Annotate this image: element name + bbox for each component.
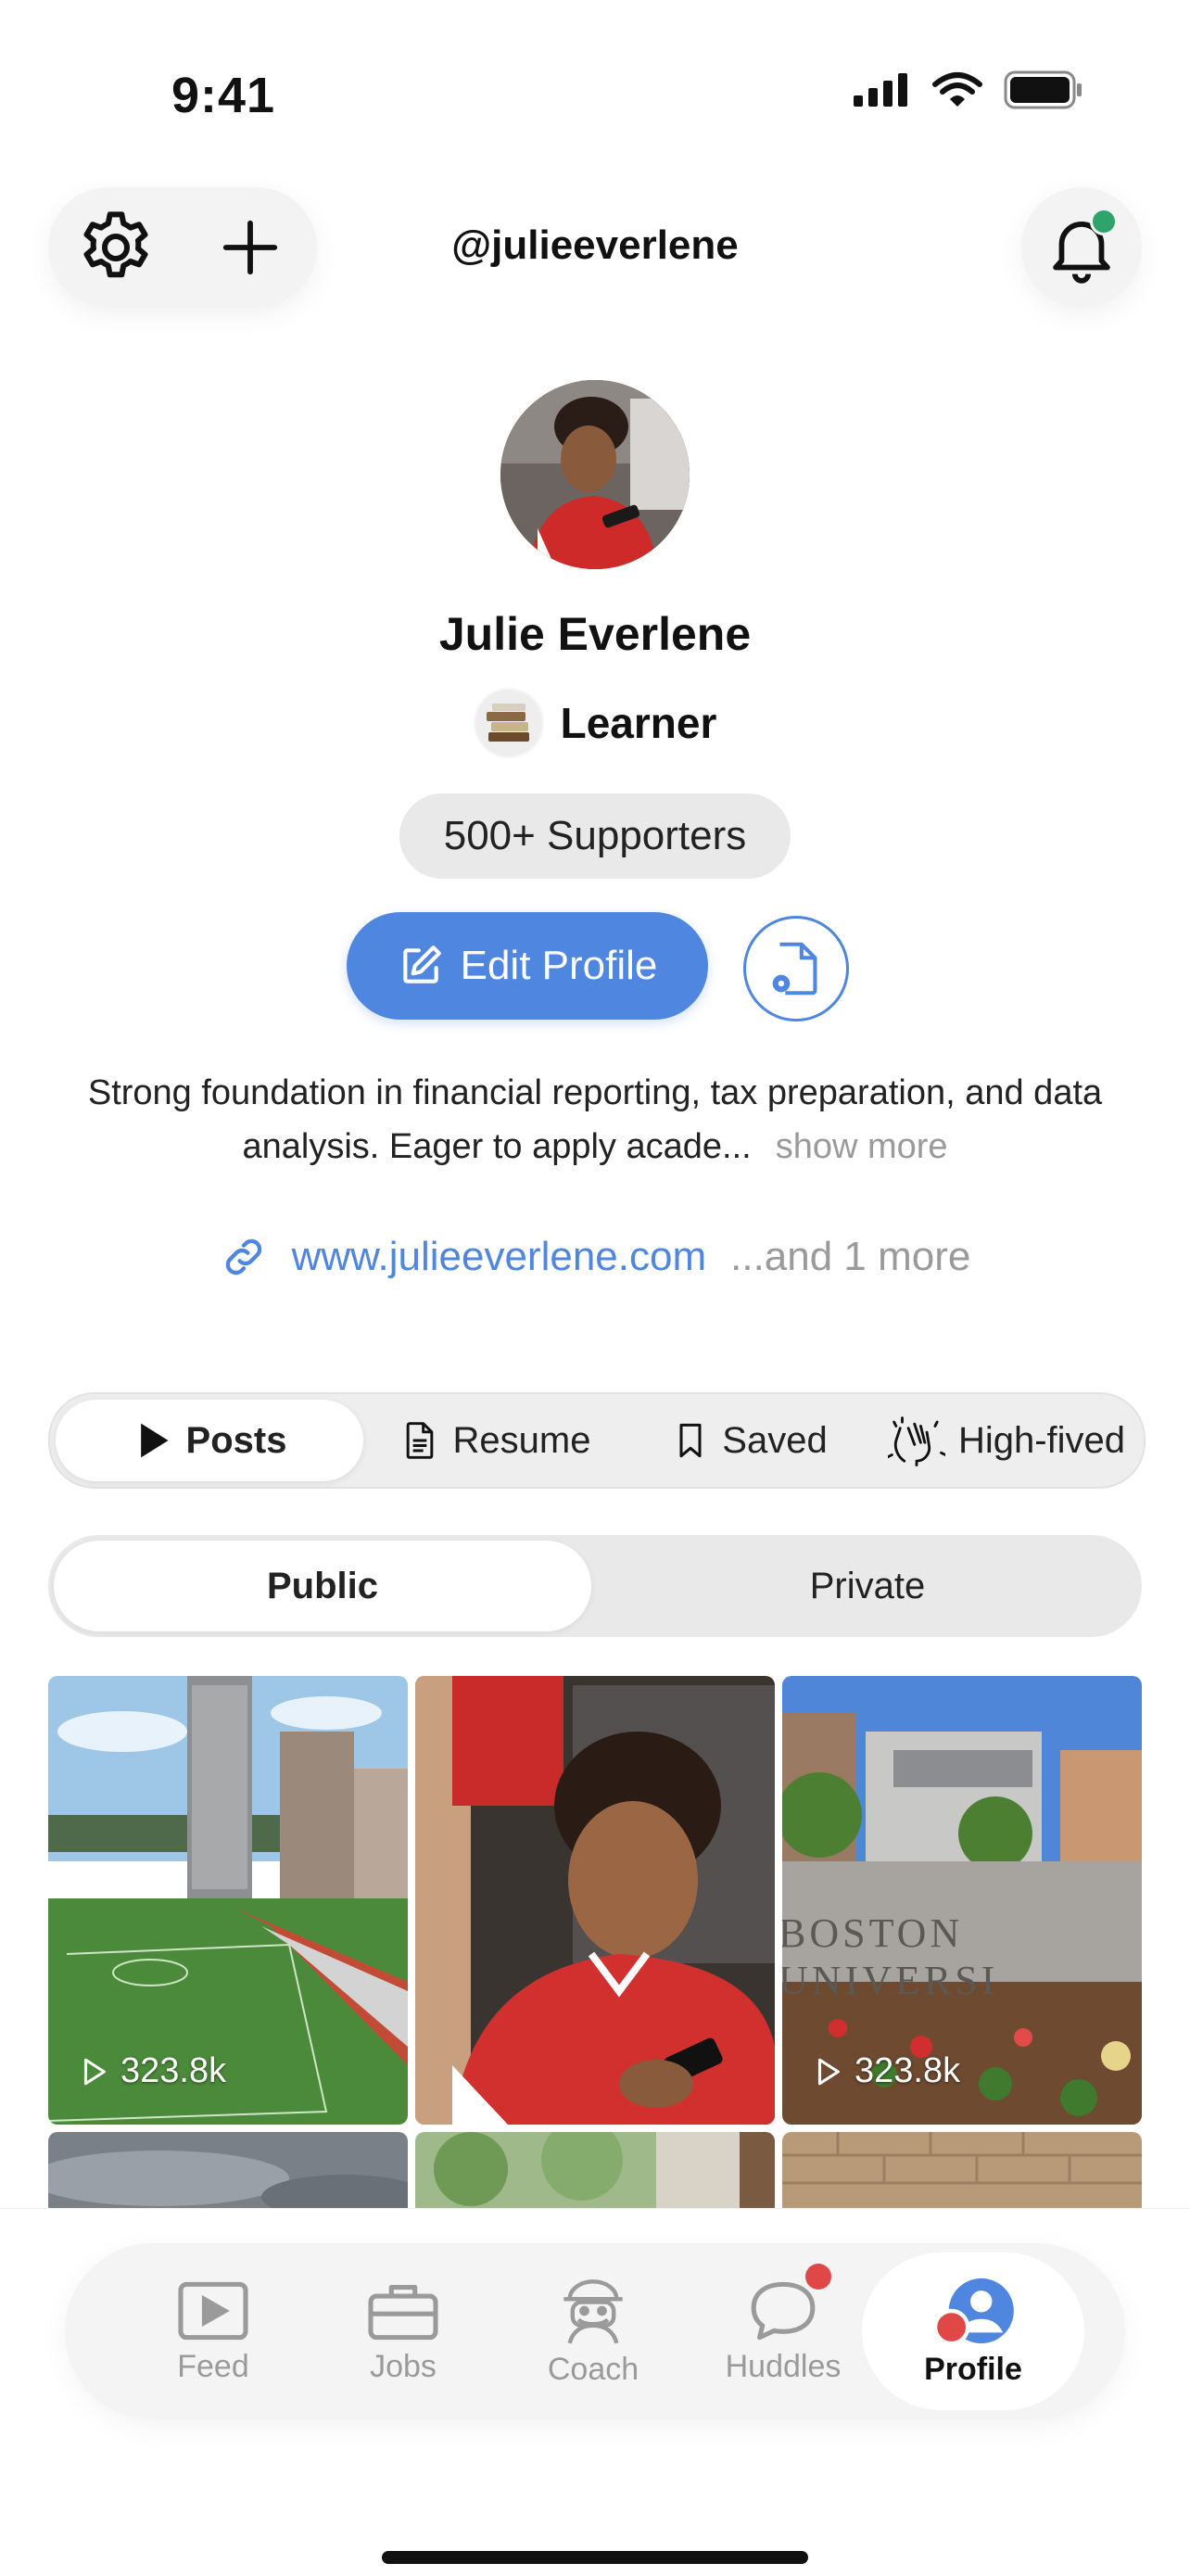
wifi-icon: [932, 72, 982, 107]
nav-profile[interactable]: Profile: [880, 2243, 1066, 2419]
avatar-photo: [500, 380, 690, 569]
profile-name: Julie Everlene: [438, 608, 752, 660]
document-settings-icon: [772, 942, 817, 996]
nav-coach-label: Coach: [547, 2351, 639, 2387]
battery-icon: [1004, 70, 1082, 109]
nav-jobs[interactable]: Jobs: [310, 2243, 496, 2419]
profile-handle: @julieeverlene: [451, 222, 739, 268]
notifications-button[interactable]: [1021, 187, 1142, 308]
post-tile[interactable]: 323.8k: [48, 1676, 408, 2125]
view-count-value: 323.8k: [120, 2051, 227, 2090]
visibility-segment: Public Private: [48, 1535, 1142, 1637]
post-thumbnail: [415, 2132, 775, 2215]
briefcase-icon: [368, 2284, 438, 2340]
play-icon: [140, 1423, 169, 1458]
nav-huddles-label: Huddles: [725, 2348, 842, 2384]
post-tile[interactable]: [48, 2132, 408, 2215]
tab-posts-label: Posts: [185, 1419, 287, 1461]
show-more-link[interactable]: show more: [776, 1127, 948, 1166]
tab-saved-label: Saved: [722, 1419, 828, 1461]
nav-coach[interactable]: Coach: [500, 2243, 686, 2419]
view-count-value: 323.8k: [855, 2051, 961, 2090]
nav-profile-label: Profile: [924, 2351, 1022, 2387]
tab-saved[interactable]: Saved: [634, 1400, 866, 1481]
view-count: 323.8k: [812, 2051, 960, 2091]
document-icon: [406, 1422, 433, 1459]
status-time: 9:41: [171, 68, 276, 123]
post-thumbnail: [782, 2132, 1142, 2215]
profile-icon: [932, 2278, 1014, 2345]
content-tabs: Posts Resume Saved High-fived: [48, 1392, 1146, 1489]
clap-icon: [887, 1416, 945, 1466]
play-outline-icon: [83, 2058, 106, 2085]
avatar[interactable]: [500, 380, 690, 569]
edit-profile-button[interactable]: Edit Profile: [347, 912, 708, 1020]
nav-jobs-label: Jobs: [370, 2348, 437, 2384]
video-icon: [178, 2281, 248, 2340]
profile-links: www.julieeverlene.com ...and 1 more: [0, 1233, 1190, 1281]
tab-resume-label: Resume: [452, 1419, 591, 1461]
segment-private[interactable]: Private: [599, 1541, 1136, 1631]
notification-dot: [1090, 208, 1118, 235]
sign-lettering: BOSTON UNIVERSI: [782, 1910, 999, 2003]
tab-high-fived-label: High-fived: [957, 1419, 1126, 1461]
nav-feed-label: Feed: [177, 2348, 249, 2384]
tab-resume[interactable]: Resume: [365, 1400, 625, 1481]
post-thumbnail: [415, 1676, 775, 2125]
home-indicator: [382, 2551, 808, 2564]
more-links[interactable]: ...and 1 more: [730, 1234, 970, 1280]
chat-bubble-icon: [751, 2281, 816, 2340]
resume-settings-button[interactable]: [743, 916, 849, 1022]
play-outline-icon: [817, 2058, 840, 2085]
cellular-signal-icon: [854, 73, 907, 107]
segment-public[interactable]: Public: [54, 1541, 591, 1631]
role-label: Learner: [560, 699, 717, 747]
profile-role: Learner: [0, 688, 1190, 758]
nav-huddles[interactable]: Huddles: [690, 2243, 876, 2419]
bottom-navigation: Feed Jobs Coach Huddles Profile: [65, 2243, 1125, 2419]
huddles-badge: [805, 2264, 831, 2290]
link-icon: [225, 1238, 261, 1275]
post-tile[interactable]: [415, 2132, 775, 2215]
post-tile[interactable]: [415, 1676, 775, 2125]
profile-bio: Strong foundation in financial reporting…: [56, 1066, 1134, 1174]
view-count: 323.8k: [78, 2051, 226, 2091]
post-tile[interactable]: BOSTON UNIVERSI 323.8k: [782, 1676, 1142, 2125]
edit-profile-label: Edit Profile: [460, 943, 658, 988]
bio-text: Strong foundation in financial reporting…: [87, 1073, 1103, 1166]
status-icons: [852, 70, 1083, 109]
post-tile[interactable]: [782, 2132, 1142, 2215]
nav-feed[interactable]: Feed: [120, 2243, 306, 2419]
coach-icon: [563, 2278, 623, 2343]
tab-high-fived[interactable]: High-fived: [875, 1400, 1138, 1481]
website-link[interactable]: www.julieeverlene.com: [292, 1234, 707, 1280]
tab-posts[interactable]: Posts: [56, 1400, 363, 1481]
edit-icon: [402, 945, 441, 983]
supporters-count[interactable]: 500+ Supporters: [399, 793, 791, 879]
post-thumbnail: [48, 2132, 408, 2215]
books-icon: [473, 688, 544, 758]
bookmark-icon: [679, 1423, 702, 1458]
